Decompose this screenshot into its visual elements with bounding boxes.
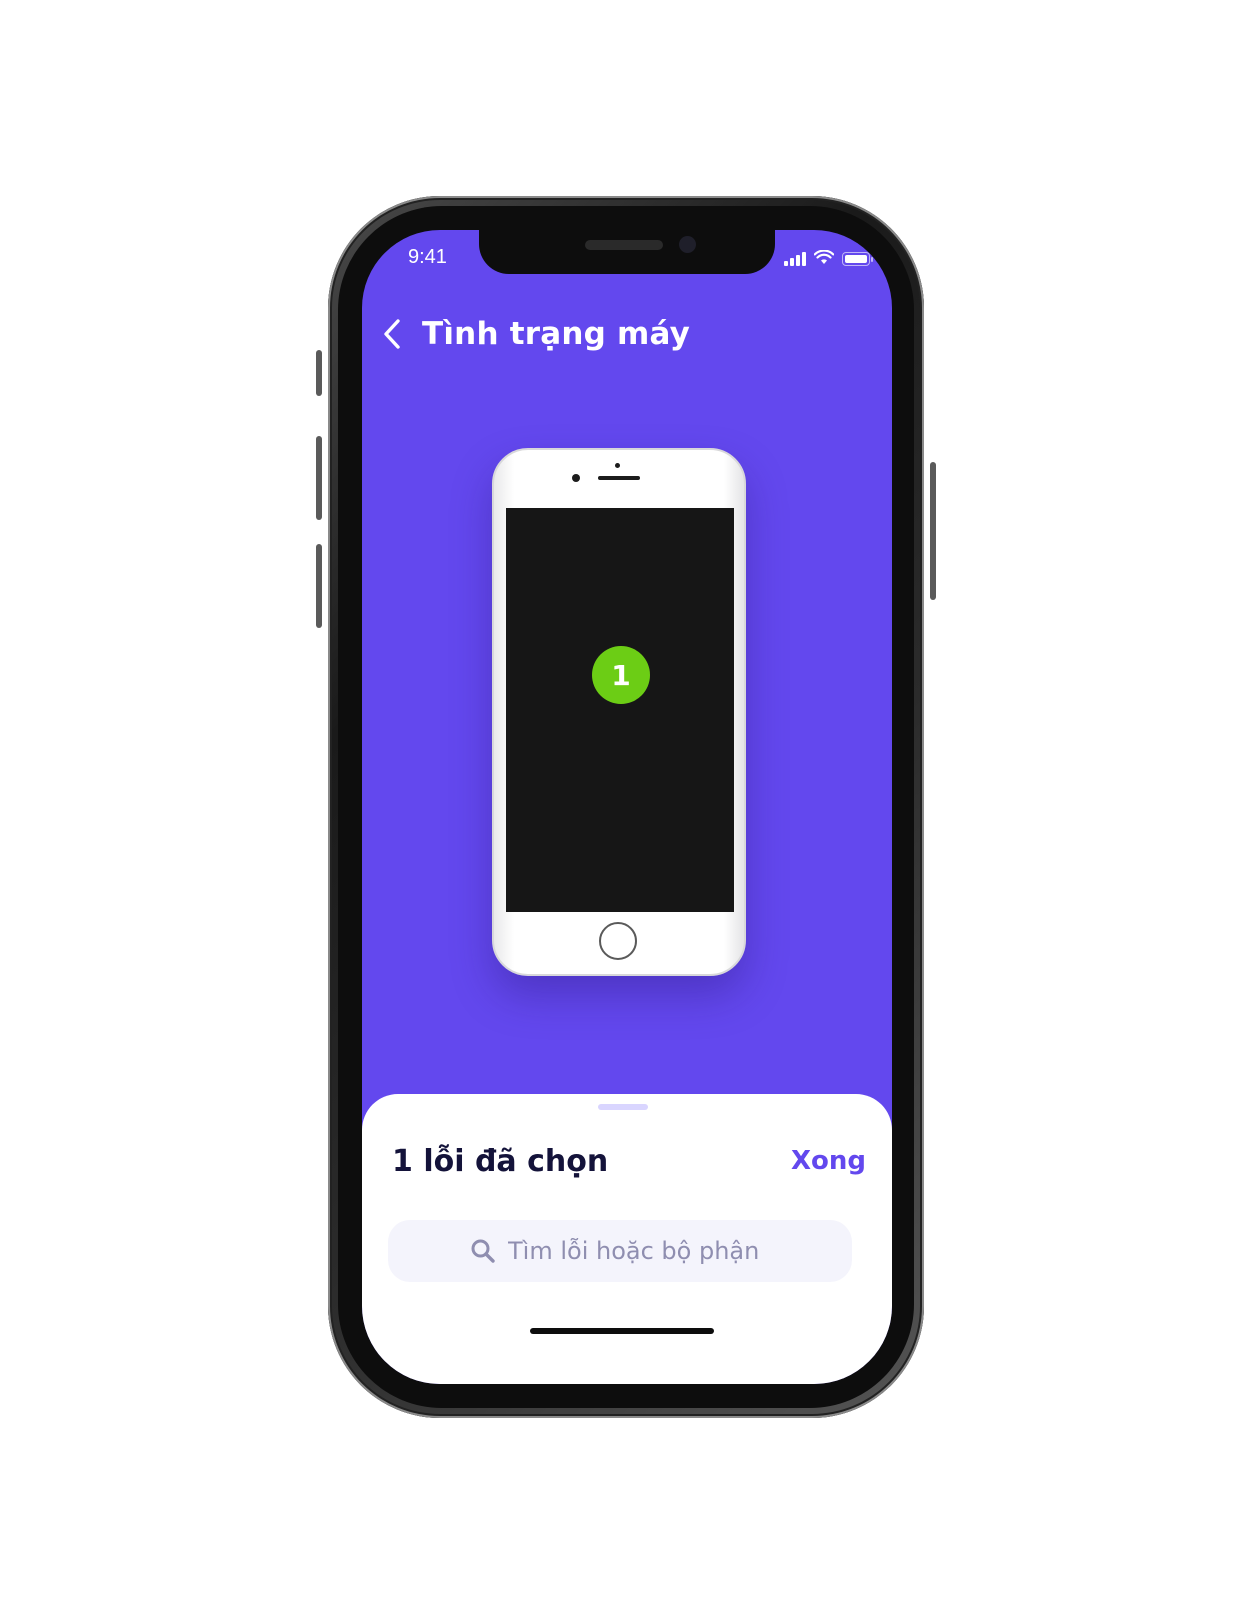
notch [479,230,775,274]
search-box[interactable] [388,1220,852,1282]
back-button[interactable] [372,314,412,354]
battery-icon [842,252,873,266]
home-indicator[interactable] [530,1328,714,1334]
status-icons [784,249,873,269]
volume-up-button [316,436,322,520]
illustration-home-button[interactable] [599,922,637,960]
status-time: 9:41 [408,246,447,268]
speaker-grille [585,240,663,250]
proximity-sensor [615,463,620,468]
illustration-screen[interactable]: 1 [506,508,734,912]
cellular-signal-icon [784,252,806,266]
phone-illustration: 1 [492,448,746,976]
sheet-grabber[interactable] [598,1104,648,1110]
nav-bar: Tình trạng máy [362,308,892,362]
earpiece [598,476,640,480]
wifi-icon [813,249,835,269]
mute-switch [316,350,322,396]
done-button[interactable]: Xong [791,1146,866,1176]
power-button [930,462,936,600]
volume-down-button [316,544,322,628]
search-input[interactable] [508,1237,770,1265]
chevron-left-icon [384,319,400,349]
search-icon [471,1239,495,1263]
illustration-camera [572,474,580,482]
page-title: Tình trạng máy [422,316,691,352]
fault-marker[interactable]: 1 [592,646,650,704]
bottom-sheet: 1 lỗi đã chọn Xong [362,1094,892,1384]
app-screen: 9:41 Tình trạng máy 1 1 lỗi đã chọn Xong… [362,230,892,1384]
sheet-title: 1 lỗi đã chọn [392,1144,609,1179]
front-camera [679,236,696,253]
